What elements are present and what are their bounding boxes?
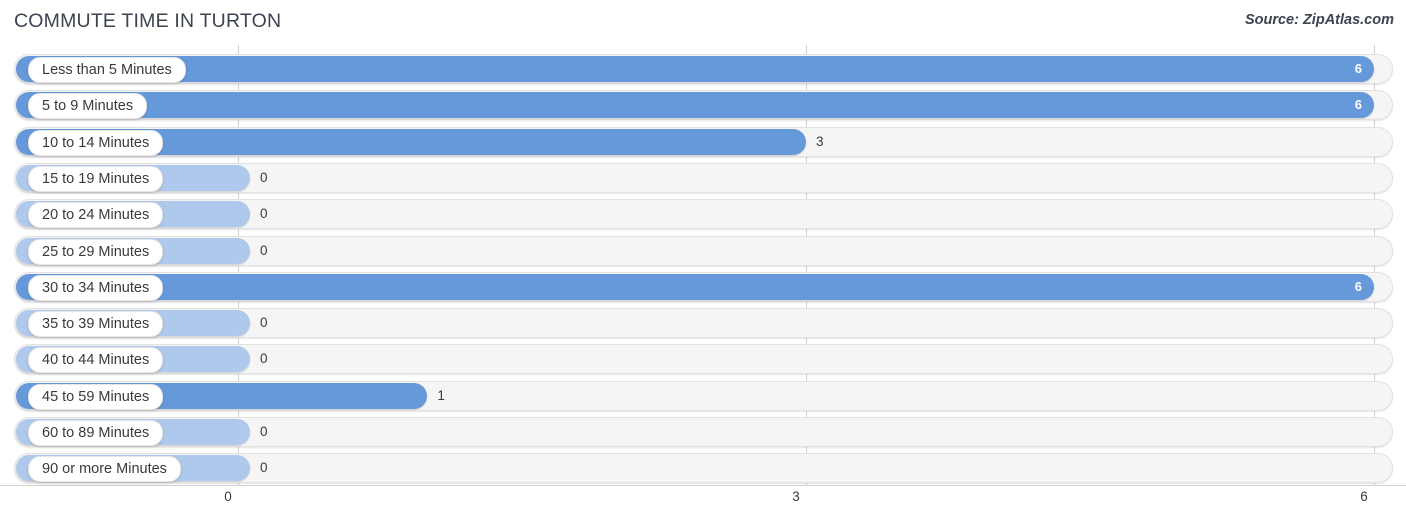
bar-value-label: 0 (260, 315, 268, 331)
category-label: 35 to 39 Minutes (28, 311, 164, 338)
category-label: 10 to 14 Minutes (28, 129, 164, 156)
bar-row[interactable]: 6 Less than 5 Minutes (14, 54, 1393, 84)
source-attribution: Source: ZipAtlas.com (1244, 12, 1394, 28)
bar-value-label: 6 (1354, 61, 1362, 76)
axis-tick-label: 3 (792, 489, 800, 504)
bar-row[interactable]: 0 60 to 89 Minutes (14, 417, 1393, 447)
category-label: 45 to 59 Minutes (28, 383, 164, 410)
category-label: 30 to 34 Minutes (28, 274, 164, 301)
bar-fill: 6 (16, 92, 1374, 119)
bar-row[interactable]: 6 5 to 9 Minutes (14, 90, 1393, 121)
bar-row[interactable]: 0 35 to 39 Minutes (14, 308, 1393, 339)
bar-row[interactable]: 6 30 to 34 Minutes (14, 271, 1393, 302)
chart-plot-area: 6 Less than 5 Minutes 6 5 to 9 Minutes 3 10 t… (0, 45, 1406, 485)
page-title: COMMUTE TIME IN TURTON (14, 10, 282, 32)
bar-row[interactable]: 3 10 to 14 Minutes (14, 126, 1393, 157)
bar-value-label: 3 (816, 133, 824, 149)
bar-row[interactable]: 0 90 or more Minutes (14, 453, 1393, 484)
category-label: 90 or more Minutes (28, 456, 181, 483)
bar-value-label: 0 (260, 424, 268, 439)
bar-row[interactable]: 0 40 to 44 Minutes (14, 344, 1393, 375)
axis-tick-label: 6 (1360, 489, 1368, 504)
bar-row[interactable]: 1 45 to 59 Minutes (14, 380, 1393, 411)
category-label: 60 to 89 Minutes (28, 420, 164, 446)
bar-value-label: 0 (260, 206, 268, 222)
bar-value-label: 6 (1354, 97, 1362, 113)
axis-tick-label: 0 (224, 489, 232, 504)
bar-row[interactable]: 0 20 to 24 Minutes (14, 199, 1393, 230)
bar-value-label: 6 (1354, 278, 1362, 294)
bar-row[interactable]: 0 25 to 29 Minutes (14, 235, 1393, 266)
chart-header: COMMUTE TIME IN TURTON Source: ZipAtlas.… (0, 0, 1406, 45)
bar-value-label: 1 (437, 387, 445, 403)
category-label: Less than 5 Minutes (28, 57, 186, 83)
x-axis: 0 3 6 (0, 485, 1406, 523)
bar-value-label: 0 (260, 351, 268, 367)
category-label: 25 to 29 Minutes (28, 238, 164, 265)
bar-fill: 6 (16, 273, 1374, 300)
bar-row[interactable]: 0 15 to 19 Minutes (14, 162, 1393, 193)
category-label: 15 to 19 Minutes (28, 165, 164, 192)
category-label: 5 to 9 Minutes (28, 93, 148, 120)
bar-value-label: 0 (260, 460, 268, 476)
bar-fill: 6 (16, 56, 1374, 82)
bar-value-label: 0 (260, 169, 268, 185)
category-label: 20 to 24 Minutes (28, 202, 164, 229)
bar-value-label: 0 (260, 242, 268, 258)
category-label: 40 to 44 Minutes (28, 347, 164, 374)
axis-line (0, 485, 1406, 486)
